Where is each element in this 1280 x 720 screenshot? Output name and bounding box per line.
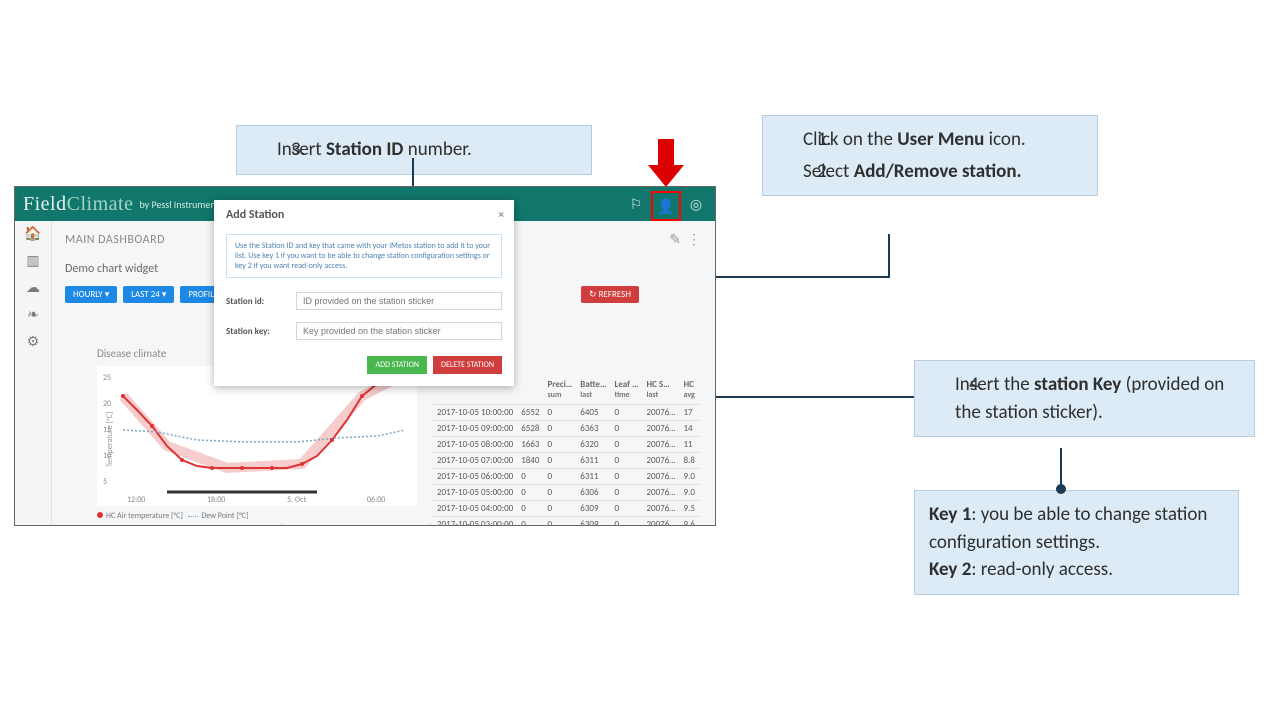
hourly-button[interactable]: HOURLY ▾ — [65, 286, 117, 303]
add-station-modal: Add Station × Use the Station ID and key… — [214, 200, 514, 386]
svg-text:5: 5 — [103, 477, 107, 487]
table-col: Preci…sum — [543, 377, 576, 405]
chart-footer-mid: 00000264 — [251, 523, 288, 526]
callout-step3: 3. Insert Station ID number. — [236, 125, 592, 175]
flag-icon[interactable]: ⚐ — [623, 191, 649, 217]
step3-num: 3. — [291, 136, 305, 164]
modal-title: Add Station — [226, 208, 284, 222]
table-row: 2017-10-05 05:00:00006306020076…9.0 — [433, 485, 699, 501]
chart-ylabel: Temperature [°C] — [105, 412, 115, 467]
user-menu-icon[interactable]: 👤 — [651, 191, 681, 221]
chart-legend: HC Air temperature [°C] Dew Point [°C] — [97, 511, 437, 521]
svg-text:18:00: 18:00 — [207, 495, 225, 505]
delete-station-button[interactable]: DELETE STATION — [433, 356, 502, 374]
callout-step4: 4. Insert the station Key (provided on t… — [914, 360, 1255, 437]
last24-button[interactable]: LAST 24 ▾ — [123, 286, 174, 303]
svg-text:06:00: 06:00 — [367, 495, 385, 505]
callout-steps12: 1. Click on the User Menu icon. 2. Selec… — [762, 115, 1098, 196]
station-id-input[interactable] — [296, 292, 502, 310]
chart-svg: 25 20 15 10 5 12:00 18:00 5. Oct 06:00 — [97, 366, 417, 506]
weather-icon[interactable]: ☁ — [26, 279, 40, 296]
table-row: 2017-10-05 09:00:00652806363020076…14 — [433, 421, 699, 437]
add-station-button[interactable]: ADD STATION — [367, 356, 427, 374]
gear-icon[interactable]: ⚙ — [27, 333, 40, 350]
table-row: 2017-10-05 03:00:00006309020076…9.6 — [433, 517, 699, 527]
svg-text:12:00: 12:00 — [127, 495, 145, 505]
brand-logo: FieldClimate — [23, 193, 133, 216]
step1-num: 1. — [817, 126, 831, 154]
svg-text:25: 25 — [103, 373, 111, 383]
broadcast-icon[interactable]: ◎ — [683, 191, 709, 217]
station-id-label: Station id: — [226, 296, 296, 307]
station-key-input[interactable] — [296, 322, 502, 340]
table-col: HCavg — [680, 377, 699, 405]
table-row: 2017-10-05 04:00:00006309020076…9.5 — [433, 501, 699, 517]
dashboard-icon[interactable]: ▥ — [26, 252, 39, 269]
table-row: 2017-10-05 07:00:00184006311020076…8.8 — [433, 453, 699, 469]
table-col: HC S…last — [642, 377, 679, 405]
step2-num: 2. — [817, 158, 831, 186]
close-icon[interactable]: × — [499, 208, 504, 221]
data-table: Preci…sumBatte…lastLeaf …timeHC S…lastHC… — [433, 377, 699, 526]
svg-text:20: 20 — [103, 399, 111, 409]
brand-subtitle: by Pessl Instruments — [139, 198, 222, 211]
connector-step1-v2 — [888, 234, 890, 278]
refresh-button[interactable]: ↻ REFRESH — [581, 286, 639, 303]
home-icon[interactable]: 🏠 — [24, 225, 41, 242]
table-row: 2017-10-05 10:00:00655206405020076…17 — [433, 405, 699, 421]
table-row: 2017-10-05 08:00:00166306320020076…11 — [433, 437, 699, 453]
station-key-label: Station key: — [226, 326, 296, 337]
modal-info: Use the Station ID and key that came wit… — [226, 234, 502, 278]
chart-footer-left: 100 — [97, 523, 111, 526]
dashboard-title: MAIN DASHBOARD — [65, 233, 165, 247]
table-col: Leaf …time — [610, 377, 642, 405]
table-col: Batte…last — [576, 377, 610, 405]
connector-dot-keys — [1056, 484, 1066, 494]
keys-explainer: Key 1: you be able to change station con… — [914, 490, 1239, 595]
step4-num: 4. — [969, 371, 983, 399]
sidebar: 🏠 ▥ ☁ ❧ ⚙ — [15, 221, 52, 525]
pencil-icon[interactable]: ✎ — [669, 231, 681, 248]
table-row: 2017-10-05 06:00:00006311020076…9.0 — [433, 469, 699, 485]
leaf-icon[interactable]: ❧ — [27, 306, 39, 323]
svg-text:5. Oct: 5. Oct — [287, 495, 307, 505]
more-icon[interactable]: ⋮ — [687, 231, 701, 248]
